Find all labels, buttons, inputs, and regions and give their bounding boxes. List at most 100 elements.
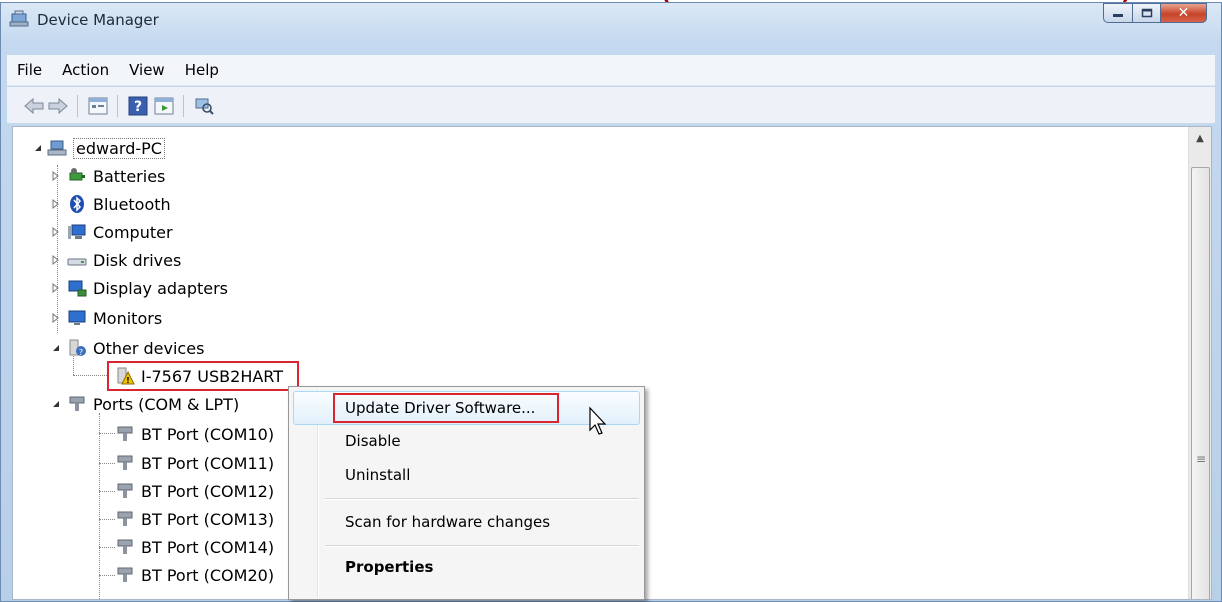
port-icon — [117, 426, 133, 441]
menu-file[interactable]: File — [7, 61, 52, 79]
menu-item-update-driver[interactable]: Update Driver Software... — [345, 399, 535, 417]
collapse-arrow-icon — [53, 401, 59, 407]
menu-item-scan-hardware[interactable]: Scan for hardware changes — [345, 513, 550, 531]
scan-icon[interactable] — [193, 96, 215, 116]
scroll-up-button[interactable]: ▲ — [1189, 127, 1211, 149]
tree-line — [99, 491, 115, 492]
tree-node-root[interactable]: edward-PC — [33, 135, 165, 161]
menu-view[interactable]: View — [119, 61, 175, 79]
vertical-scrollbar[interactable]: ▲ ≡ — [1188, 127, 1211, 599]
menu-separator — [325, 498, 639, 500]
expand-arrow-icon — [52, 171, 59, 181]
menu-separator — [325, 545, 639, 547]
tree-label: Computer — [93, 222, 173, 242]
mouse-cursor-icon — [589, 406, 607, 435]
computer-network-icon — [47, 140, 67, 156]
expand-arrow-icon — [52, 199, 59, 209]
scroll-up-arrow-icon: ▲ — [1196, 132, 1204, 144]
properties-icon[interactable] — [87, 96, 109, 116]
tree-node-port[interactable]: BT Port (COM11) — [115, 450, 274, 476]
help-icon[interactable]: ? — [127, 96, 149, 116]
bluetooth-icon — [70, 195, 84, 213]
tree-root-label: edward-PC — [73, 137, 165, 159]
tree-label: BT Port (COM10) — [141, 424, 275, 444]
computer-icon — [68, 224, 86, 239]
disk-drive-icon — [67, 258, 87, 266]
tree-label: BT Port (COM20) — [141, 565, 275, 585]
menu-item-properties[interactable]: Properties — [345, 558, 433, 576]
collapse-arrow-icon — [35, 145, 41, 151]
close-button[interactable]: ✕ — [1161, 3, 1207, 23]
tree-line — [99, 413, 100, 599]
toolbar-separator — [77, 95, 78, 117]
update-icon[interactable] — [153, 96, 175, 116]
tree-node-port[interactable]: BT Port (COM20) — [115, 562, 274, 588]
toolbar-separator — [183, 95, 184, 117]
minimize-icon — [1113, 14, 1123, 17]
tree-node-other-devices[interactable]: ? Other devices — [51, 335, 204, 361]
scroll-thumb[interactable]: ≡ — [1191, 167, 1210, 599]
window-title: Device Manager — [37, 11, 159, 29]
tree-label: BT Port (COM11) — [141, 453, 275, 473]
menu-help[interactable]: Help — [175, 61, 229, 79]
battery-icon — [69, 168, 85, 181]
tree-node-display-adapters[interactable]: Display adapters — [51, 275, 228, 301]
tree-label: BT Port (COM14) — [141, 537, 275, 557]
unknown-device-icon: ? — [69, 339, 86, 357]
tree-node-port[interactable]: BT Port (COM12) — [115, 478, 274, 504]
back-icon[interactable] — [23, 96, 45, 116]
expand-arrow-icon — [52, 283, 59, 293]
tree-node-monitors[interactable]: Monitors — [51, 305, 162, 331]
tree-line — [99, 547, 115, 548]
tree-node-disk-drives[interactable]: Disk drives — [51, 247, 181, 273]
tree-label: BT Port (COM13) — [141, 509, 275, 529]
tree-node-port[interactable]: BT Port (COM10) — [115, 421, 274, 447]
tree-node-port[interactable]: BT Port (COM14) — [115, 534, 274, 560]
port-icon — [69, 396, 85, 411]
toolbar: ? — [7, 87, 1215, 124]
maximize-button[interactable] — [1133, 3, 1161, 23]
expand-arrow-icon — [52, 227, 59, 237]
tree-node-computer[interactable]: Computer — [51, 219, 173, 245]
forward-icon[interactable] — [47, 96, 69, 116]
port-icon — [117, 511, 133, 526]
tree-label: Other devices — [93, 338, 205, 358]
tree-line — [99, 575, 115, 576]
expand-arrow-icon — [52, 313, 59, 323]
maximize-icon — [1141, 8, 1152, 18]
tree-label: Disk drives — [93, 250, 182, 270]
port-icon — [117, 455, 133, 470]
port-icon — [117, 483, 133, 498]
menu-action[interactable]: Action — [52, 61, 119, 79]
tree-node-ports[interactable]: Ports (COM & LPT) — [51, 391, 239, 417]
title-bar[interactable]: Device Manager ✕ — [1, 3, 1221, 35]
tree-label: Batteries — [93, 166, 166, 186]
svg-text:?: ? — [134, 99, 142, 115]
collapse-arrow-icon — [53, 345, 59, 351]
tree-label: Bluetooth — [93, 194, 171, 214]
tree-line — [99, 519, 115, 520]
minimize-button[interactable] — [1103, 3, 1133, 23]
display-adapter-icon — [68, 280, 87, 297]
tree-node-bluetooth[interactable]: Bluetooth — [51, 191, 171, 217]
tree-label: BT Port (COM12) — [141, 481, 275, 501]
toolbar-separator — [117, 95, 118, 117]
expand-arrow-icon — [52, 255, 59, 265]
tree-line — [99, 433, 115, 434]
close-icon: ✕ — [1177, 5, 1190, 21]
port-icon — [117, 567, 133, 582]
tree-label: Monitors — [93, 308, 163, 328]
device-highlight-box — [107, 361, 299, 391]
tree-node-port[interactable]: BT Port (COM13) — [115, 506, 274, 532]
port-icon — [117, 539, 133, 554]
svg-text:?: ? — [79, 348, 83, 357]
window-controls: ✕ — [1103, 3, 1207, 25]
menu-bar: File Action View Help — [7, 55, 1215, 86]
tree-label: Ports (COM & LPT) — [93, 394, 240, 414]
menu-item-disable[interactable]: Disable — [345, 432, 401, 450]
tree-node-batteries[interactable]: Batteries — [51, 163, 165, 189]
scroll-grip-icon: ≡ — [1196, 452, 1207, 466]
monitor-icon — [68, 310, 86, 325]
tree-label: Display adapters — [93, 278, 229, 298]
menu-item-uninstall[interactable]: Uninstall — [345, 466, 410, 484]
